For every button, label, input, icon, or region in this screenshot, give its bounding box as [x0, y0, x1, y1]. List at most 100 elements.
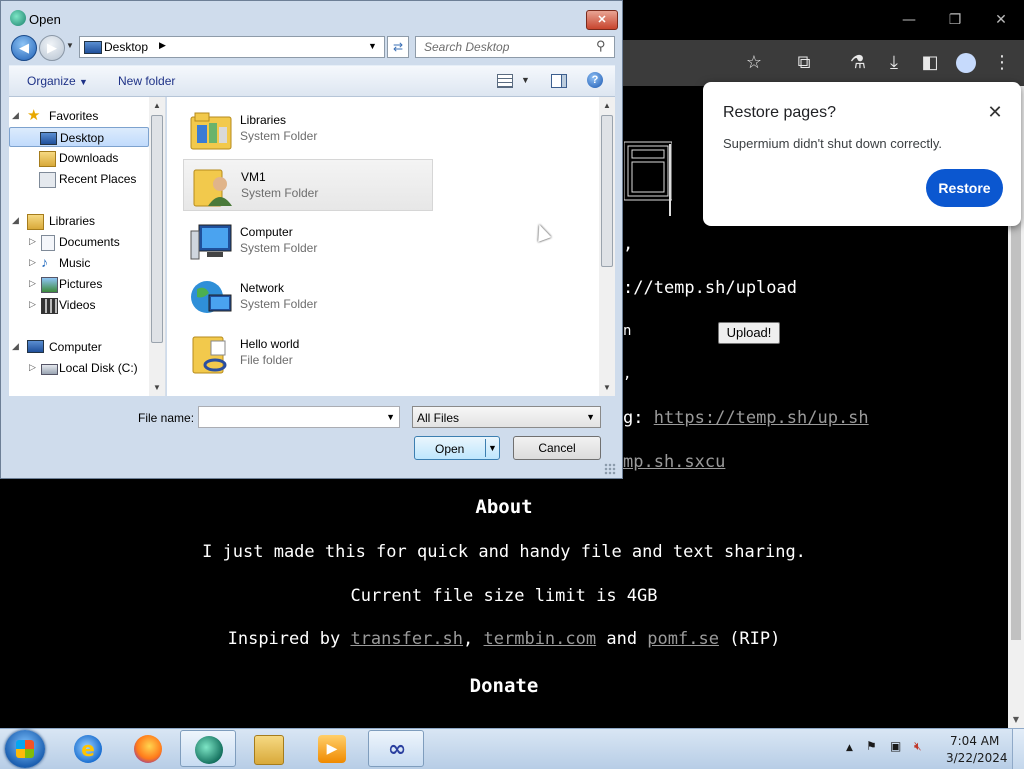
- about-text: I just made this for quick and handy fil…: [202, 542, 806, 562]
- change-view-icon[interactable]: [497, 74, 513, 88]
- network-icon: [191, 281, 232, 313]
- maximize-button[interactable]: ❐: [940, 8, 970, 32]
- open-options-dropdown-icon[interactable]: ▼: [488, 443, 497, 453]
- up-sh-link[interactable]: https://temp.sh/up.sh: [654, 408, 869, 428]
- history-dropdown-icon[interactable]: ▼: [66, 41, 76, 51]
- scroll-up-arrow[interactable]: ▲: [603, 101, 611, 110]
- taskbar-app-vm[interactable]: ∞: [368, 730, 424, 767]
- user-folder-icon: [193, 169, 232, 207]
- desktop-icon: [84, 41, 102, 54]
- start-button[interactable]: [5, 730, 45, 768]
- filter-value: All Files: [417, 411, 460, 425]
- taskbar-app-explorer[interactable]: [240, 730, 296, 767]
- nav-item-favorites[interactable]: ◢ ★ Favorites: [9, 106, 149, 126]
- file-list-scrollbar[interactable]: ▲ ▼: [599, 97, 615, 396]
- help-icon[interactable]: ?: [587, 72, 603, 88]
- address-bar[interactable]: Desktop ▶ ▼: [79, 36, 385, 58]
- taskbar-app-firefox[interactable]: [120, 730, 176, 767]
- volume-muted-icon[interactable]: 🔇︎: [914, 739, 922, 754]
- bookmark-star-icon[interactable]: ☆: [739, 48, 769, 78]
- expand-arrow-icon[interactable]: ▷: [29, 257, 36, 268]
- extensions-icon[interactable]: ⧉: [789, 48, 819, 78]
- termbin-link[interactable]: termbin.com: [484, 629, 597, 649]
- nav-item-music[interactable]: ▷ ♪ Music: [9, 253, 149, 273]
- search-placeholder: Search Desktop: [424, 40, 510, 54]
- view-dropdown-icon[interactable]: ▼: [521, 75, 530, 85]
- restore-button[interactable]: Restore: [926, 169, 1003, 207]
- nav-pane-scrollbar[interactable]: ▲ ▼: [149, 97, 165, 396]
- computer-icon: [27, 340, 44, 353]
- show-hidden-icons-icon[interactable]: ▲: [846, 743, 853, 753]
- action-center-flag-icon[interactable]: ⚑: [866, 739, 877, 753]
- collapse-arrow-icon[interactable]: ◢: [12, 110, 19, 121]
- nav-item-videos[interactable]: ▷ Videos: [9, 295, 149, 315]
- navigation-pane: ◢ ★ Favorites Desktop Downloads Recent P…: [9, 97, 166, 396]
- file-name-input[interactable]: ▼: [198, 406, 400, 428]
- expand-arrow-icon[interactable]: ▷: [29, 236, 36, 247]
- file-type-filter[interactable]: All Files ▼: [412, 406, 601, 428]
- restore-pages-popup: Restore pages? Supermium didn't shut dow…: [703, 82, 1021, 226]
- scroll-down-arrow[interactable]: ▼: [603, 383, 611, 392]
- file-item-computer[interactable]: Computer System Folder: [183, 215, 433, 267]
- clock-time[interactable]: 7:04 AM: [950, 734, 999, 748]
- expand-arrow-icon[interactable]: ▷: [29, 278, 36, 289]
- nav-item-computer[interactable]: ◢ Computer: [9, 337, 149, 357]
- pomf-link[interactable]: pomf.se: [647, 629, 719, 649]
- taskbar-app-supermium[interactable]: [180, 730, 236, 767]
- file-item-network[interactable]: Network System Folder: [183, 271, 433, 323]
- profile-icon[interactable]: [951, 48, 981, 78]
- nav-item-pictures[interactable]: ▷ Pictures: [9, 274, 149, 294]
- scrollbar-thumb[interactable]: [601, 115, 613, 267]
- scroll-up-arrow[interactable]: ▲: [153, 101, 161, 110]
- clock-date[interactable]: 3/22/2024: [946, 751, 1008, 765]
- menu-kebab-icon[interactable]: ⋮: [987, 48, 1017, 78]
- transfer-sh-link[interactable]: transfer.sh: [350, 629, 463, 649]
- nav-item-recent-places[interactable]: Recent Places: [9, 169, 149, 189]
- new-folder-button[interactable]: New folder: [118, 74, 175, 88]
- scrollbar-thumb[interactable]: [151, 115, 163, 343]
- videos-icon: [41, 298, 58, 314]
- sxcu-link[interactable]: mp.sh.sxcu: [623, 452, 725, 472]
- download-icon[interactable]: ⤓: [879, 48, 909, 78]
- network-status-icon[interactable]: ▣: [890, 739, 901, 753]
- cancel-button[interactable]: Cancel: [513, 436, 601, 460]
- show-desktop-button[interactable]: [1012, 729, 1024, 769]
- nav-item-downloads[interactable]: Downloads: [9, 148, 149, 168]
- file-item-vm1[interactable]: VM1 System Folder: [183, 159, 433, 211]
- popup-title: Restore pages?: [723, 104, 836, 121]
- taskbar-app-internet-explorer[interactable]: e: [60, 730, 116, 767]
- inspired-separator: and: [596, 629, 648, 649]
- labs-flask-icon[interactable]: ⚗: [843, 48, 873, 78]
- expand-arrow-icon[interactable]: ▷: [29, 362, 36, 373]
- nav-item-local-disk[interactable]: ▷ Local Disk (C:): [9, 358, 149, 378]
- collapse-arrow-icon[interactable]: ◢: [12, 215, 19, 226]
- open-button[interactable]: Open ▼: [414, 436, 500, 460]
- search-box[interactable]: Search Desktop ⚲: [415, 36, 615, 58]
- file-item-hello-world[interactable]: Hello world File folder: [183, 327, 433, 379]
- nav-item-desktop[interactable]: Desktop: [9, 127, 149, 147]
- resize-grip[interactable]: [604, 463, 616, 475]
- collapse-arrow-icon[interactable]: ◢: [12, 341, 19, 352]
- forward-button[interactable]: ▶: [39, 35, 65, 61]
- back-button[interactable]: ◀: [11, 35, 37, 61]
- scroll-down-arrow[interactable]: ▼: [1008, 712, 1024, 728]
- scroll-down-arrow[interactable]: ▼: [153, 383, 161, 392]
- breadcrumb-arrow-icon[interactable]: ▶: [159, 40, 166, 51]
- refresh-button[interactable]: ⇄: [387, 36, 409, 58]
- address-dropdown-icon[interactable]: ▼: [368, 41, 377, 51]
- dialog-close-button[interactable]: ✕: [586, 10, 618, 30]
- preview-pane-icon[interactable]: [551, 74, 567, 88]
- upload-button[interactable]: Upload!: [718, 322, 780, 344]
- side-panel-icon[interactable]: ◧: [915, 48, 945, 78]
- taskbar-app-media-player[interactable]: ▶: [304, 730, 360, 767]
- minimize-button[interactable]: —: [894, 8, 924, 32]
- close-button[interactable]: ✕: [986, 8, 1016, 32]
- split-divider: [485, 439, 486, 457]
- popup-close-icon[interactable]: ✕: [985, 102, 1005, 122]
- nav-item-documents[interactable]: ▷ Documents: [9, 232, 149, 252]
- organize-button[interactable]: Organize ▼: [27, 74, 88, 88]
- expand-arrow-icon[interactable]: ▷: [29, 299, 36, 310]
- file-item-libraries[interactable]: Libraries System Folder: [183, 103, 433, 155]
- nav-item-libraries[interactable]: ◢ Libraries: [9, 211, 149, 231]
- file-name-dropdown-icon[interactable]: ▼: [386, 412, 395, 422]
